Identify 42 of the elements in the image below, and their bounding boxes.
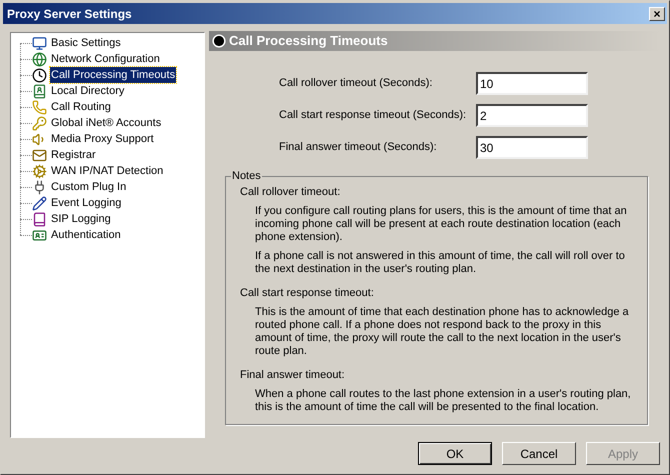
dialog-button[interactable]: Cancel — [502, 442, 576, 465]
tree-item[interactable]: Local Directory — [50, 82, 126, 100]
field-label: Call start response timeout (Seconds): — [279, 108, 468, 124]
panel-title: Call Processing Timeouts — [229, 32, 388, 50]
note-paragraph: If you configure call routing plans for users, this is the amount of time that an incoming phone call will be present at each route destination location (each phone extension). — [255, 205, 628, 244]
tree-item[interactable]: Event Logging — [50, 194, 122, 212]
tree-item[interactable]: Call Processing Timeouts — [50, 66, 176, 84]
key-icon — [32, 116, 47, 130]
note-heading: Call rollover timeout: — [240, 185, 342, 199]
gear-icon — [32, 164, 47, 178]
id-card-icon — [32, 228, 47, 242]
globe-icon — [32, 52, 47, 66]
tree-item[interactable]: Basic Settings — [50, 34, 122, 52]
tree-item[interactable]: Authentication — [50, 226, 122, 244]
note-paragraph: When a phone call routes to the last phone extension in a user's routing plan, this is the amount of time the call will be presented to the final location. — [255, 388, 632, 414]
phone-icon — [32, 100, 47, 114]
tree-item[interactable]: Global iNet® Accounts — [50, 114, 162, 132]
plug-icon — [32, 180, 47, 194]
tree-item[interactable]: WAN IP/NAT Detection — [50, 162, 164, 180]
window-title: Proxy Server Settings — [7, 6, 132, 22]
input-field[interactable]: 30 — [476, 136, 588, 159]
tree-item[interactable]: Registrar — [50, 146, 97, 164]
field-label: Call rollover timeout (Seconds): — [279, 76, 434, 92]
field-label: Final answer timeout (Seconds): — [279, 140, 438, 156]
dialog-button[interactable]: OK — [418, 442, 492, 465]
monitor-icon — [32, 36, 47, 50]
note-heading: Call start response timeout: — [240, 286, 375, 300]
tree-item[interactable]: Media Proxy Support — [50, 130, 155, 148]
pencil-icon — [32, 196, 47, 210]
tree-item[interactable]: Call Routing — [50, 98, 112, 116]
close-button[interactable]: × — [649, 6, 665, 20]
book-icon — [32, 212, 47, 226]
note-paragraph: This is the amount of time that each destination phone has to acknowledge a routed phone call. If a phone does not respond back to the proxy in this amount of time, the proxy will route the call to the next location in the user's route plan. — [255, 306, 630, 358]
tree-item[interactable]: Custom Plug In — [50, 178, 128, 196]
note-paragraph: If a phone call is not answered in this amount of time, the call will roll over to the next destination in the user's routing plan. — [255, 250, 626, 276]
contact-book-icon — [32, 84, 47, 98]
tree-item[interactable]: SIP Logging — [50, 210, 112, 228]
envelope-icon — [32, 148, 47, 162]
input-field[interactable]: 2 — [476, 104, 588, 127]
tree-item[interactable]: Network Configuration — [50, 50, 161, 68]
input-field[interactable]: 10 — [476, 72, 588, 95]
note-heading: Final answer timeout: — [240, 368, 346, 382]
